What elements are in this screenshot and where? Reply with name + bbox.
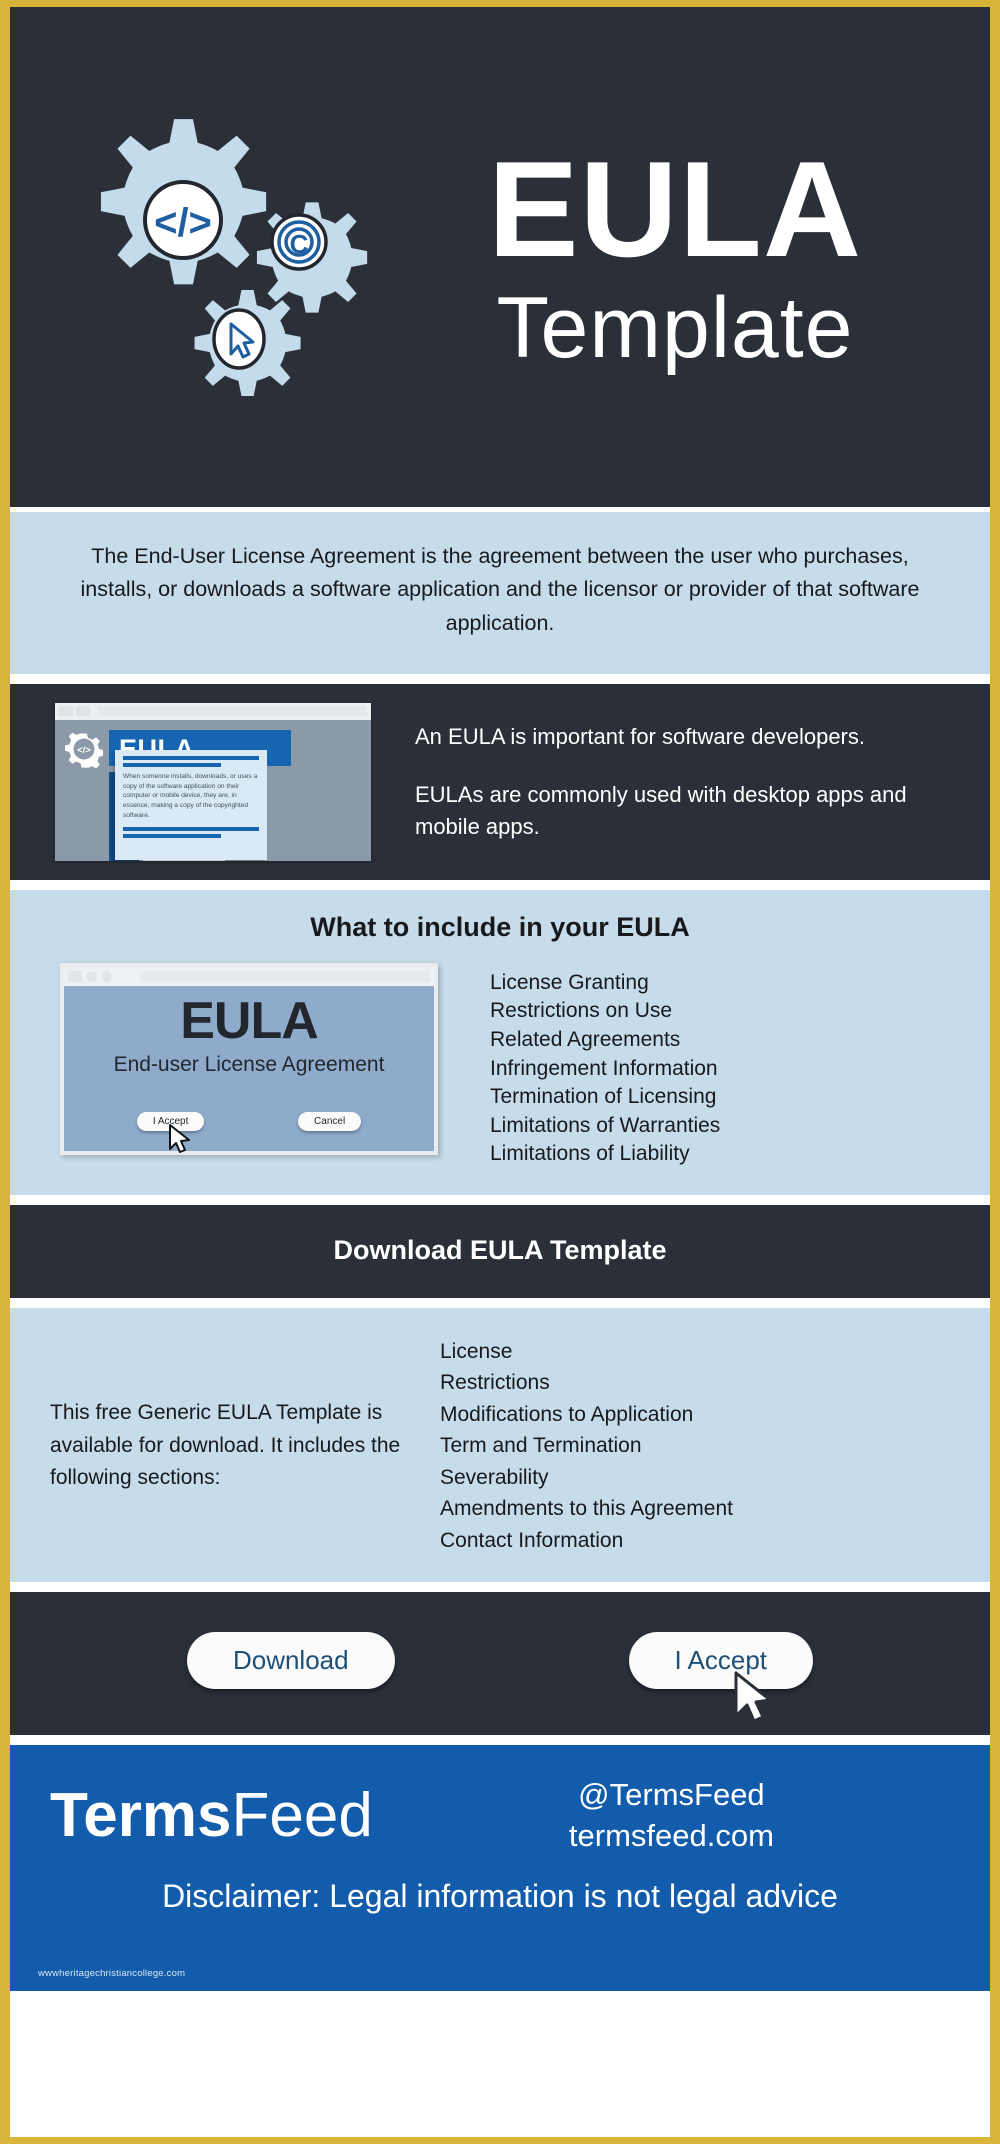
list-item: Related Agreements — [490, 1028, 681, 1052]
titlebar-dot — [101, 970, 112, 982]
download-heading: Download EULA Template — [333, 1234, 667, 1265]
download-body-section: This free Generic EULA Template is avail… — [10, 1302, 990, 1588]
list-item: Modifications to Application — [440, 1402, 694, 1426]
dialog-eula-subtitle: End-user License Agreement — [113, 1052, 385, 1076]
hero-subtitle: Template — [496, 279, 854, 376]
svg-text:</>: </> — [77, 745, 91, 756]
titlebar-addressbar — [140, 970, 430, 982]
download-description: This free Generic EULA Template is avail… — [50, 1401, 401, 1490]
gear-illustration: </> C — [70, 92, 430, 422]
list-item: Contact Information — [440, 1528, 624, 1552]
hero-section: </> C EULA Template — [10, 7, 990, 507]
list-item: Restrictions — [440, 1371, 550, 1395]
include-heading: What to include in your EULA — [310, 911, 690, 942]
list-item: Infringement Information — [490, 1056, 718, 1080]
importance-copy: An EULA is important for software develo… — [375, 721, 962, 843]
eula-dialog-mockup: EULA End-user License Agreement I Accept… — [50, 962, 450, 1155]
mockup-rule — [123, 755, 259, 760]
website-url[interactable]: termsfeed.com — [393, 1816, 950, 1856]
eula-browser-mockup: </> EULA C — [55, 702, 375, 861]
mockup-rule — [123, 833, 221, 838]
mockup-titlebar — [55, 702, 371, 720]
cursor-gear-icon — [194, 289, 301, 397]
disclaimer-text: Disclaimer: Legal information is not leg… — [162, 1877, 838, 1914]
list-item: Limitations of Warranties — [490, 1113, 721, 1137]
infographic-poster: </> C EULA Template The End-User License… — [0, 0, 1000, 2144]
svg-text:C: C — [290, 229, 309, 259]
footer-contact: @TermsFeed termsfeed.com — [373, 1775, 950, 1856]
mockup-body-text: When someone installs, downloads, or use… — [123, 772, 258, 819]
watermark-url: wwwheritagechristiancollege.com — [38, 1968, 186, 1980]
copyright-gear-icon: C — [256, 202, 368, 313]
code-gear-icon: </> — [100, 119, 267, 285]
brand-light: Feed — [231, 1780, 373, 1850]
titlebar-chip — [59, 706, 73, 717]
brand-bold: Terms — [50, 1780, 232, 1850]
termsfeed-logo: TermsFeed — [50, 1784, 373, 1847]
importance-paragraph-2: EULAs are commonly used with desktop app… — [415, 781, 907, 839]
list-item: Severability — [440, 1465, 549, 1489]
dialog-titlebar — [64, 966, 434, 986]
list-item: Termination of Licensing — [490, 1085, 717, 1109]
include-section: What to include in your EULA EULA End-us… — [10, 884, 990, 1200]
dialog-cancel-button[interactable]: Cancel — [298, 1111, 362, 1131]
include-items-list: License Granting Restrictions on Use Rel… — [450, 963, 950, 1169]
dialog-button-row: I Accept Cancel — [64, 1111, 434, 1131]
hero-title: EULA — [487, 132, 863, 285]
intro-section: The End-User License Agreement is the ag… — [10, 507, 990, 679]
intro-paragraph: The End-User License Agreement is the ag… — [80, 544, 920, 635]
mockup-overlay-card: When someone installs, downloads, or use… — [115, 749, 267, 860]
list-item: Limitations of Liability — [490, 1142, 690, 1166]
titlebar-dot — [86, 970, 97, 982]
dialog-eula-title: EULA — [180, 991, 319, 1050]
action-buttons-section: Download I Accept — [10, 1587, 990, 1741]
mouse-pointer-icon — [167, 1123, 193, 1155]
infographic-inner: </> C EULA Template The End-User License… — [10, 7, 990, 2137]
social-handle: @TermsFeed — [578, 1777, 765, 1813]
svg-text:</>: </> — [154, 201, 212, 245]
list-item: Restrictions on Use — [490, 999, 673, 1023]
list-item: License — [440, 1339, 513, 1363]
mouse-pointer-icon — [731, 1670, 775, 1726]
titlebar-chip — [76, 706, 90, 717]
download-button[interactable]: Download — [186, 1632, 395, 1690]
download-sections-list: License Restrictions Modifications to Ap… — [420, 1336, 950, 1557]
titlebar-addressbar — [99, 706, 367, 717]
list-item: Amendments to this Agreement — [440, 1497, 733, 1521]
mockup-rule — [123, 762, 221, 767]
titlebar-chip — [68, 970, 82, 982]
footer-section: TermsFeed @TermsFeed termsfeed.com Discl… — [10, 1740, 990, 1992]
code-gear-icon: </> — [65, 730, 104, 769]
download-heading-section: Download EULA Template — [10, 1199, 990, 1303]
hero-titles: EULA Template — [430, 141, 990, 373]
accept-button[interactable]: I Accept — [628, 1632, 814, 1723]
list-item: Term and Termination — [440, 1434, 642, 1458]
list-item: License Granting — [490, 970, 649, 994]
importance-section: </> EULA C — [10, 678, 990, 885]
importance-paragraph-1: An EULA is important for software develo… — [415, 724, 865, 750]
mockup-rule — [123, 826, 259, 831]
